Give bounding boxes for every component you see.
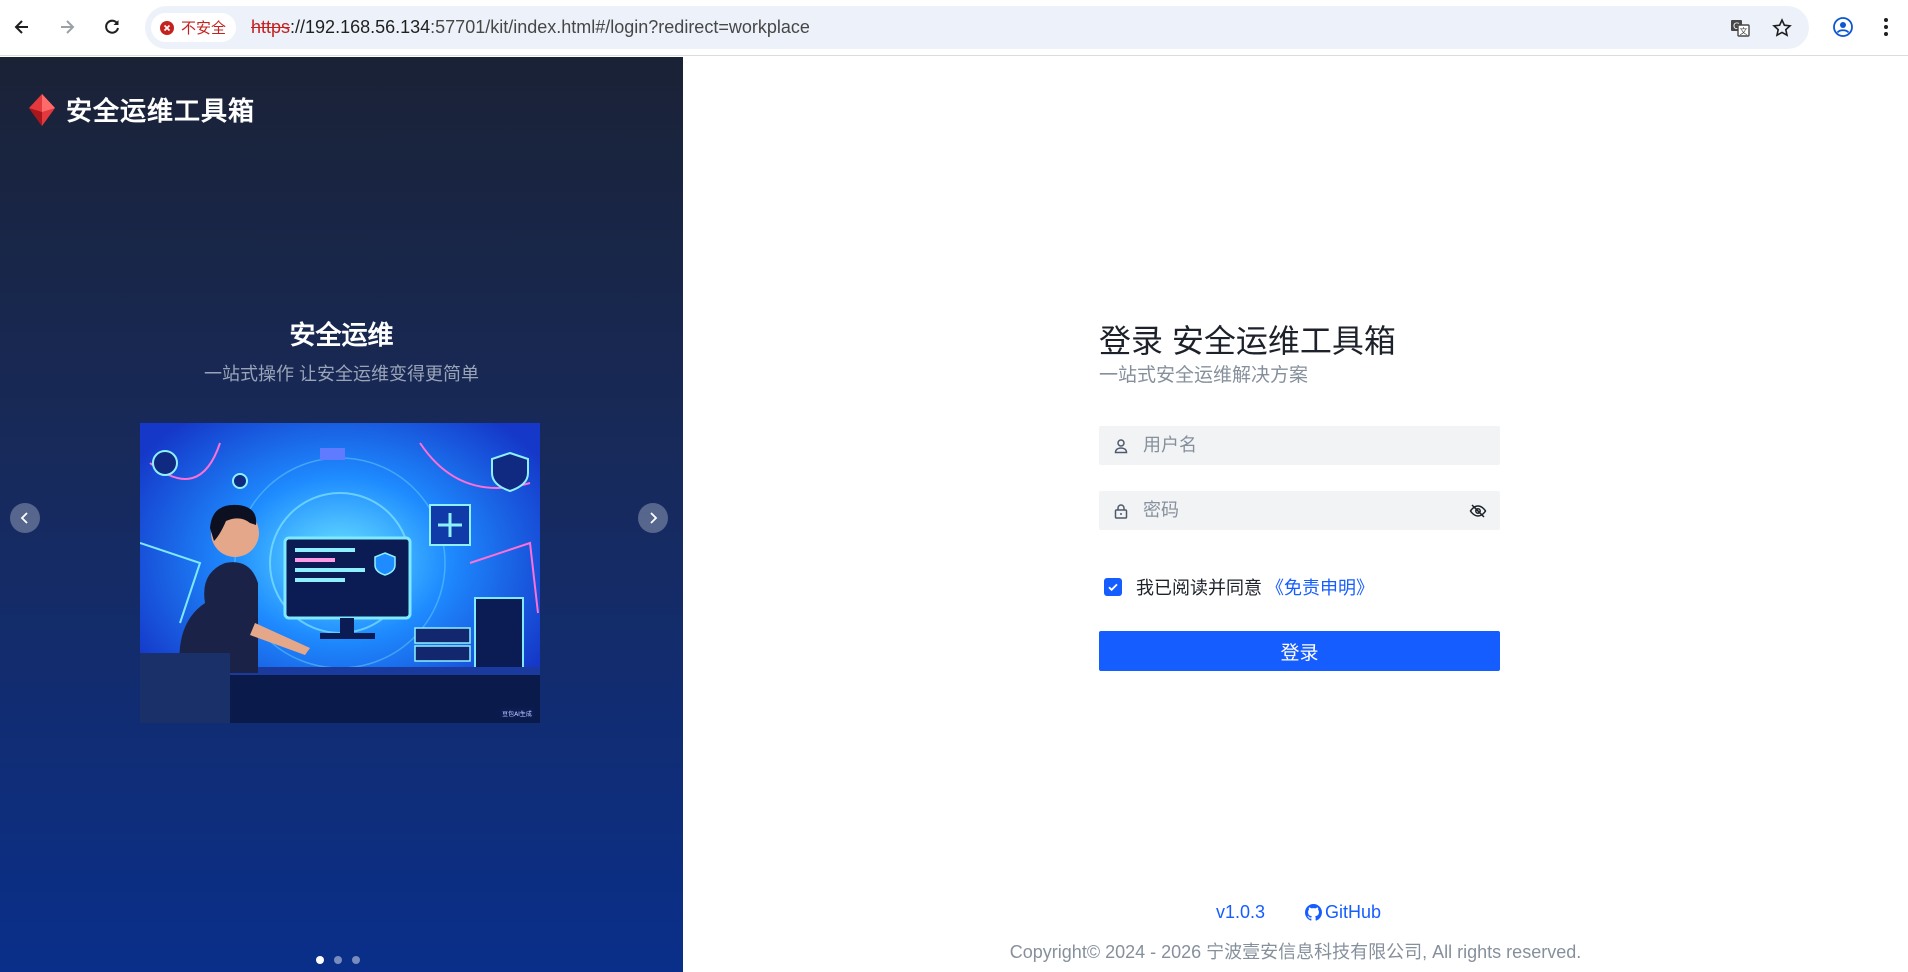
carousel-indicators xyxy=(316,956,360,964)
chevron-left-icon xyxy=(20,512,28,524)
menu-icon[interactable] xyxy=(1872,13,1900,41)
logo-icon xyxy=(29,93,55,126)
promo-panel: 安全运维工具箱 安全运维 一站式操作 让安全运维变得更简单 豆包AI生成 xyxy=(0,57,683,972)
url-path: :57701/kit/index.html#/login?redirect=wo… xyxy=(430,17,810,37)
footer-links: v1.0.3 GitHub xyxy=(1216,902,1381,923)
eye-slash-icon[interactable] xyxy=(1456,502,1500,520)
login-subtitle: 一站式安全运维解决方案 xyxy=(1099,365,1309,386)
brand: 安全运维工具箱 xyxy=(28,91,255,128)
security-chip[interactable]: 不安全 xyxy=(151,13,237,42)
password-input[interactable] xyxy=(1143,491,1456,530)
profile-icon[interactable] xyxy=(1829,13,1857,41)
carousel-dot[interactable] xyxy=(316,956,324,964)
disclaimer-link[interactable]: 《免责申明》 xyxy=(1266,574,1374,600)
carousel-illustration: 豆包AI生成 xyxy=(140,423,540,723)
carousel-dot[interactable] xyxy=(334,956,342,964)
back-icon[interactable] xyxy=(6,11,38,43)
warning-icon xyxy=(160,20,174,35)
agreement-row: 我已阅读并同意 《免责申明》 xyxy=(1104,574,1374,600)
star-icon[interactable] xyxy=(1769,15,1795,41)
url-text[interactable]: https://192.168.56.134:57701/kit/index.h… xyxy=(251,17,810,38)
carousel-subtitle: 一站式操作 让安全运维变得更简单 xyxy=(204,364,479,384)
password-field[interactable] xyxy=(1099,491,1500,530)
carousel-title: 安全运维 xyxy=(289,320,394,350)
security-chip-label: 不安全 xyxy=(181,20,227,37)
reload-icon[interactable] xyxy=(96,11,128,43)
github-icon xyxy=(1305,904,1323,921)
forward-icon[interactable] xyxy=(51,11,83,43)
copyright: Copyright© 2024 - 2026 宁波壹安信息科技有限公司, All… xyxy=(1009,942,1582,962)
carousel-prev-button[interactable] xyxy=(10,503,40,533)
agree-text: 我已阅读并同意 xyxy=(1136,578,1262,598)
username-input[interactable] xyxy=(1143,426,1500,465)
user-icon xyxy=(1099,438,1143,454)
check-icon xyxy=(1108,583,1118,592)
carousel-dot[interactable] xyxy=(352,956,360,964)
browser-toolbar: 不安全 https://192.168.56.134:57701/kit/ind… xyxy=(0,0,1908,56)
lock-icon xyxy=(1099,503,1143,519)
url-scheme: https xyxy=(251,17,291,37)
github-label: GitHub xyxy=(1325,902,1382,922)
username-field[interactable] xyxy=(1099,426,1500,465)
github-link[interactable]: GitHub xyxy=(1305,902,1381,923)
login-title: 登录 安全运维工具箱 xyxy=(1099,323,1396,359)
login-button[interactable]: 登录 xyxy=(1099,631,1500,671)
agree-checkbox[interactable] xyxy=(1104,578,1122,596)
ai-watermark: 豆包AI生成 xyxy=(502,710,532,718)
url-host: ://192.168.56.134 xyxy=(290,17,431,37)
address-bar[interactable]: 不安全 https://192.168.56.134:57701/kit/ind… xyxy=(145,6,1809,49)
brand-title: 安全运维工具箱 xyxy=(66,96,256,126)
translate-icon[interactable]: G文 xyxy=(1727,15,1753,41)
chevron-right-icon xyxy=(650,512,658,524)
svg-text:文: 文 xyxy=(1740,26,1748,36)
version-link[interactable]: v1.0.3 xyxy=(1216,902,1265,923)
carousel-next-button[interactable] xyxy=(638,503,668,533)
